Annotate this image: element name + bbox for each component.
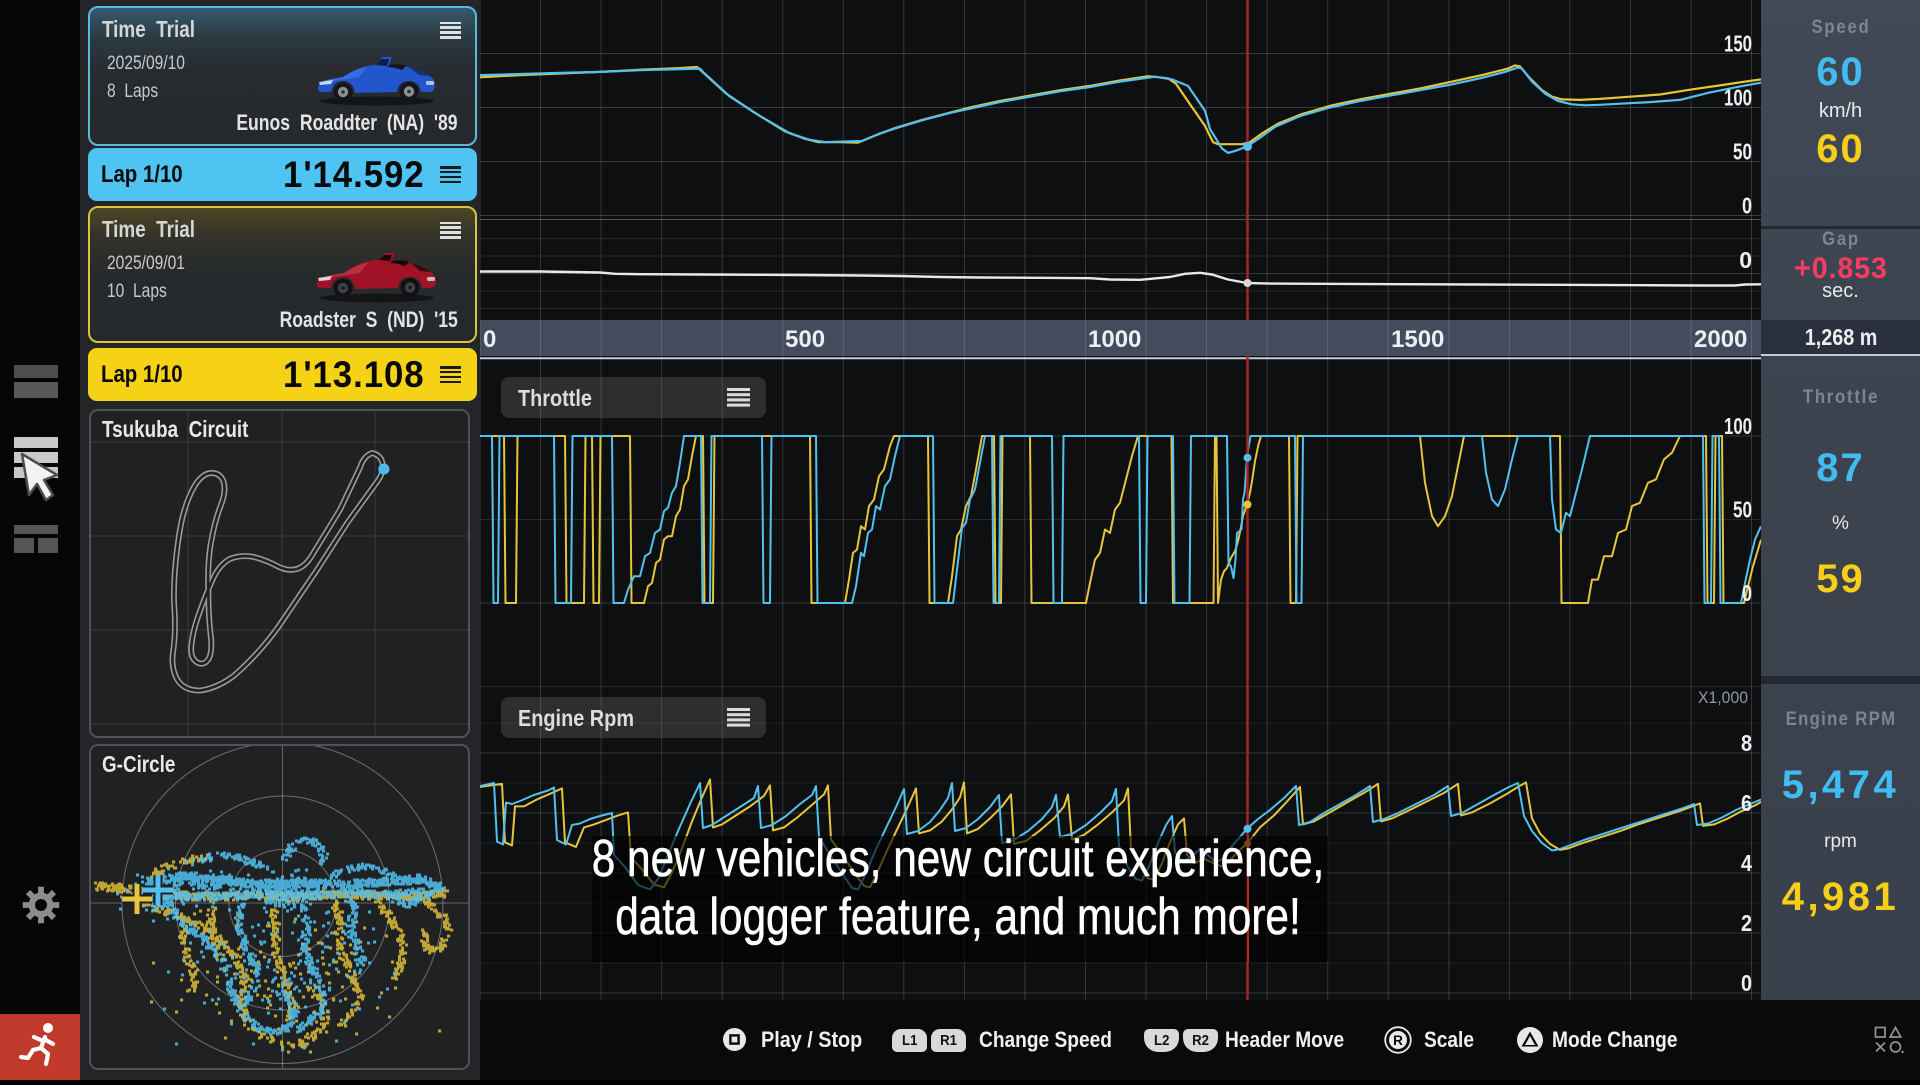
svg-text:X1,000: X1,000 [1698, 688, 1748, 707]
svg-text:0: 0 [1742, 193, 1752, 219]
svg-text:1000: 1000 [1088, 326, 1141, 353]
svg-text:150: 150 [1724, 31, 1752, 57]
svg-text:Engine Rpm: Engine Rpm [518, 705, 634, 731]
svg-text:50: 50 [1733, 139, 1752, 165]
svg-text:500: 500 [785, 326, 825, 353]
svg-text:100: 100 [1724, 413, 1752, 439]
svg-text:R: R [1393, 1033, 1403, 1048]
svg-text:1500: 1500 [1391, 326, 1444, 353]
svg-text:2000: 2000 [1694, 326, 1747, 353]
svg-text:0: 0 [483, 326, 496, 353]
svg-text:2: 2 [1741, 910, 1752, 936]
svg-text:0: 0 [1739, 247, 1752, 273]
svg-text:0: 0 [1742, 580, 1752, 606]
svg-text:8: 8 [1741, 730, 1752, 756]
svg-text:Throttle: Throttle [518, 385, 592, 411]
svg-text:50: 50 [1733, 497, 1752, 523]
svg-text:6: 6 [1741, 790, 1752, 816]
svg-text:100: 100 [1724, 85, 1752, 111]
svg-text:4: 4 [1741, 850, 1752, 876]
svg-text:0: 0 [1741, 970, 1752, 996]
